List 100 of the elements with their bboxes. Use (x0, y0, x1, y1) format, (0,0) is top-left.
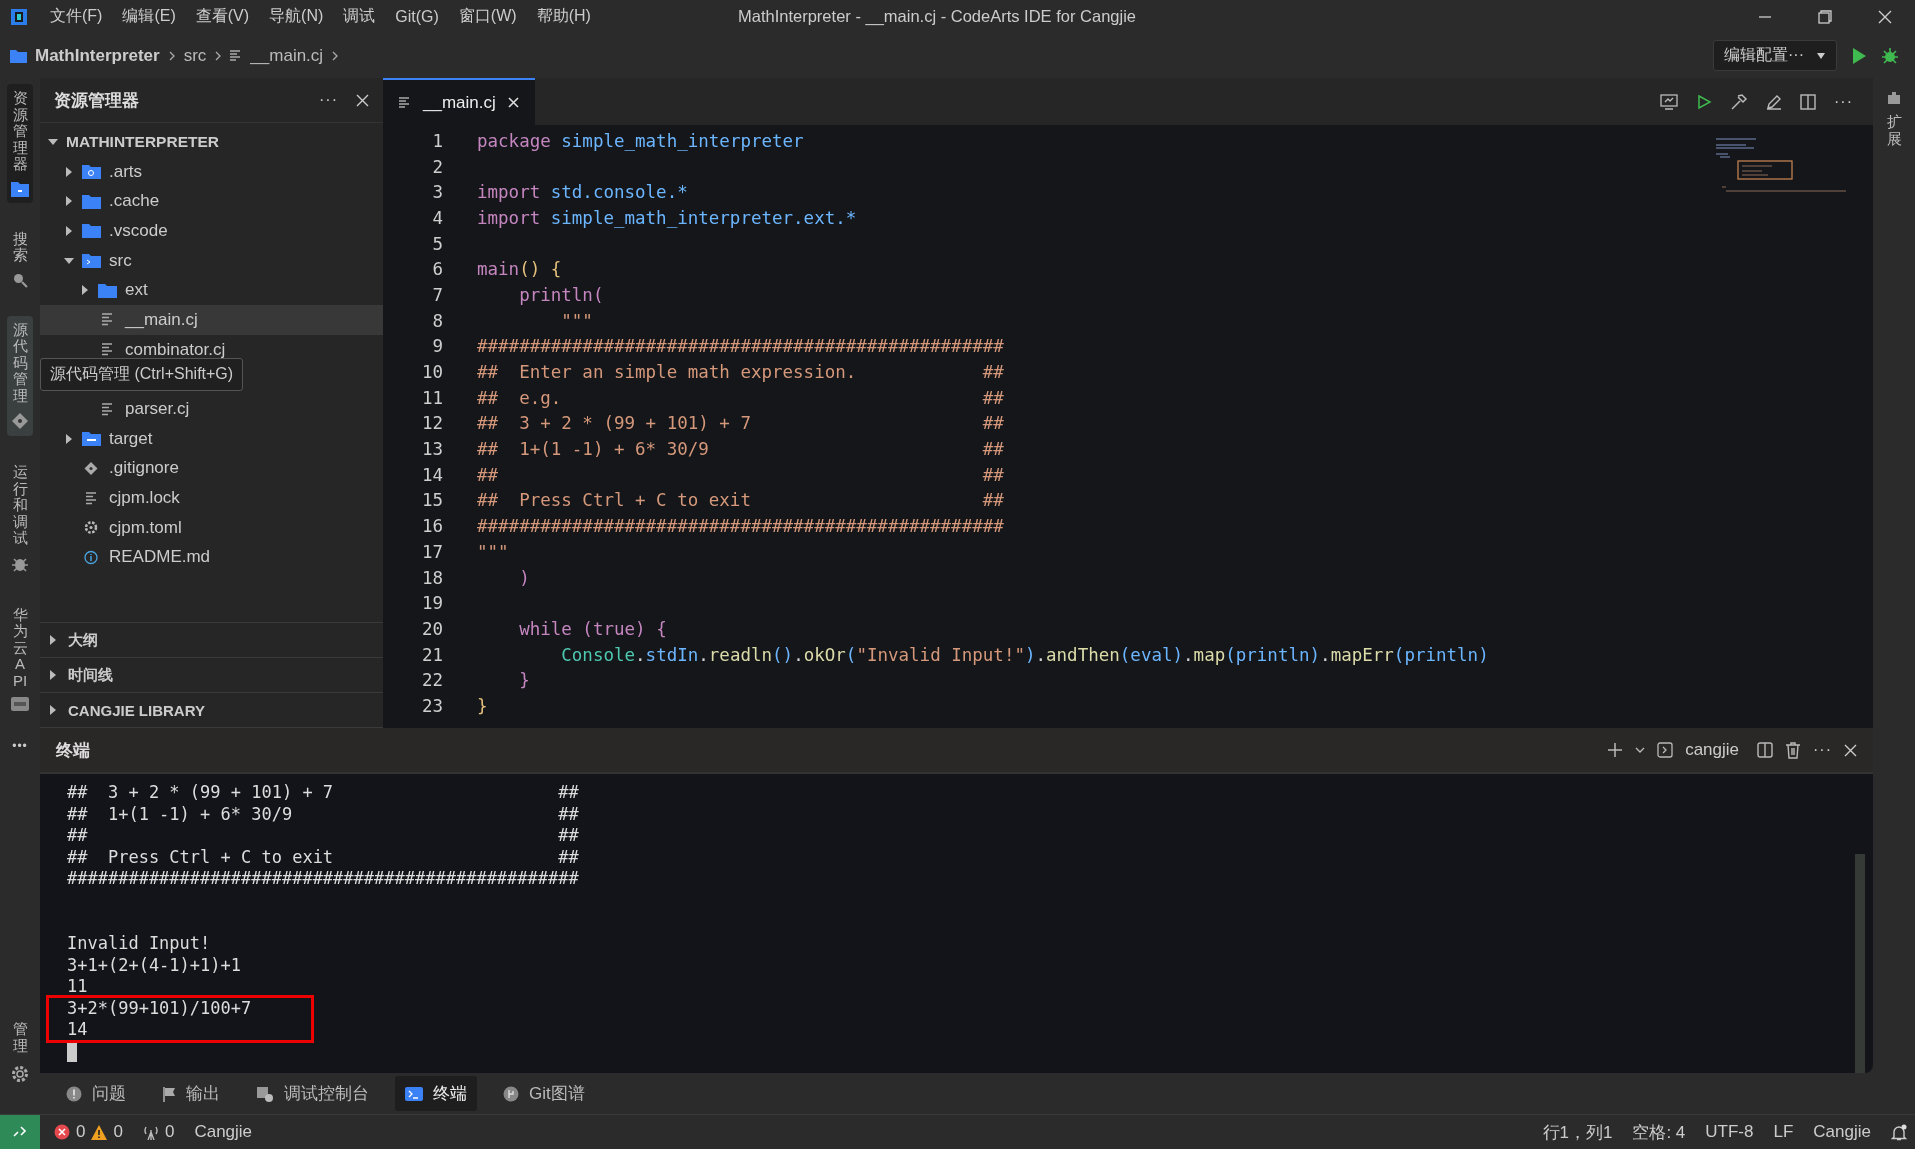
language-mode[interactable]: Cangjie (1813, 1122, 1871, 1142)
tree-item[interactable]: src (40, 245, 383, 276)
preview-icon[interactable] (1660, 93, 1678, 110)
language-label[interactable]: Cangjie (194, 1122, 253, 1142)
close-icon[interactable] (1877, 8, 1893, 25)
pencil-icon[interactable] (1766, 93, 1782, 110)
folder-icon (10, 48, 27, 63)
panel-tab[interactable]: 输出 (152, 1076, 230, 1111)
tree-item[interactable]: .vscode (40, 216, 383, 246)
folder-icon (82, 223, 101, 239)
menu-item[interactable]: Git(G) (395, 7, 439, 26)
chevron-right-icon (167, 50, 176, 61)
activity-bar-item[interactable]: 资源管理器 (7, 84, 33, 203)
panel-tab[interactable]: 问题 (56, 1076, 136, 1111)
window-title: MathInterpreter - __main.cj - CodeArts IDE for Cangjie (738, 7, 1136, 26)
line-number: 23 (420, 695, 444, 716)
tree-item[interactable]: cjpm.toml (40, 512, 383, 543)
plus-icon[interactable] (1607, 742, 1624, 758)
panel-tab[interactable]: Git图谱 (493, 1076, 595, 1111)
code-line: ## Enter an simple math expression. ## (477, 362, 1004, 383)
panel-tab[interactable]: 终端 (395, 1076, 477, 1111)
menu-item[interactable]: 窗口(W) (458, 6, 517, 27)
indentation-setting[interactable]: 空格: 4 (1632, 1120, 1686, 1144)
puzzle-icon[interactable] (1886, 90, 1902, 106)
close-icon[interactable] (507, 97, 519, 108)
activity-bar-item[interactable]: 运行和调试 (7, 458, 33, 579)
run-icon[interactable] (1851, 46, 1867, 65)
terminal-line: Invalid Input! (67, 932, 212, 955)
diamond-icon (82, 460, 101, 476)
error-icon (54, 1124, 70, 1140)
manage-label[interactable]: 管理 (12, 1021, 28, 1054)
sidebar-section[interactable]: 时间线 (40, 658, 383, 693)
twisty-icon (48, 705, 58, 715)
tree-item[interactable]: __main.cj (40, 305, 383, 335)
hammer-icon[interactable] (1730, 92, 1748, 111)
app-logo-icon (10, 7, 28, 26)
more-button[interactable]: ··· (1813, 741, 1832, 759)
tree-item[interactable]: ext (40, 275, 383, 306)
menu-item[interactable]: 调试 (343, 6, 376, 27)
run-icon[interactable] (1696, 93, 1712, 110)
tree-item[interactable]: .arts (40, 156, 383, 187)
scrollbar[interactable] (1855, 854, 1865, 1073)
breadcrumb-item[interactable]: __main.cj (250, 45, 324, 66)
activity-bar-item[interactable]: 源代码管理 (7, 315, 33, 436)
bug-icon[interactable] (1881, 46, 1899, 65)
restore-icon[interactable] (1817, 8, 1833, 25)
code-line: ## ## (477, 464, 1004, 485)
tree-item[interactable]: cjpm.lock (40, 483, 383, 513)
menu-item[interactable]: 导航(N) (269, 6, 324, 27)
folder-icon (11, 180, 29, 197)
error-count[interactable]: 0 (76, 1122, 86, 1142)
split-editor-icon[interactable] (1800, 93, 1816, 110)
extensions-label[interactable]: 扩展 (1886, 114, 1902, 147)
menu-item[interactable]: 文件(F) (50, 6, 103, 27)
close-icon[interactable] (1844, 743, 1857, 757)
menu-item[interactable]: 编辑(E) (122, 6, 176, 27)
folder-icon (98, 282, 117, 298)
trash-icon[interactable] (1785, 741, 1801, 759)
breadcrumb-item[interactable]: MathInterpreter (35, 45, 160, 66)
code-line: import std.console.* (477, 182, 688, 203)
settings-icon[interactable] (10, 1064, 30, 1084)
more-button[interactable]: ··· (1834, 92, 1853, 111)
split-terminal-icon[interactable] (1757, 742, 1773, 758)
twisty-icon (48, 136, 58, 147)
line-number: 21 (420, 644, 444, 665)
code-line: println( (518, 284, 604, 305)
tree-item[interactable]: .gitignore (40, 453, 383, 484)
terminal-name[interactable]: cangjie (1685, 740, 1739, 760)
breadcrumb-item[interactable]: src (183, 45, 207, 66)
tree-item[interactable]: MATHINTERPRETER (40, 127, 383, 157)
line-number: 20 (420, 618, 444, 639)
warning-count[interactable]: 0 (113, 1122, 123, 1142)
ports-count[interactable]: 0 (164, 1122, 175, 1142)
panel-tab[interactable]: 调试控制台 (246, 1076, 379, 1111)
more-views-button[interactable]: ••• (12, 739, 28, 753)
tree-item[interactable]: target (40, 423, 383, 454)
terminal-line: 3+2*(99+101)/100+7 (67, 997, 253, 1020)
terminal-line: ## Press Ctrl + C to exit ## (67, 846, 580, 869)
git-graph-icon (503, 1085, 519, 1102)
chevron-down-icon[interactable] (1635, 746, 1646, 754)
menu-item[interactable]: 帮助(H) (536, 6, 591, 27)
close-icon[interactable] (356, 93, 369, 107)
tree-item[interactable]: .cache (40, 186, 383, 217)
code-line: ## 1+(1 -1) + 6* 30/9 ## (477, 439, 1004, 460)
editor-tab[interactable]: __main.cj (383, 78, 535, 125)
line-number: 15 (420, 490, 444, 511)
bell-icon[interactable] (1891, 1123, 1907, 1141)
menu-item[interactable]: 查看(V) (195, 6, 250, 27)
tree-item[interactable]: README.md (40, 542, 383, 573)
terminal-line: ## 3 + 2 * (99 + 101) + 7 ## (67, 782, 580, 804)
encoding-setting[interactable]: UTF-8 (1705, 1122, 1754, 1142)
activity-bar-item[interactable]: 搜索 (8, 224, 32, 294)
sidebar-section[interactable]: 大纲 (40, 623, 383, 658)
line-number: 11 (420, 387, 444, 408)
activity-bar-item[interactable]: 华为云 API (7, 600, 33, 717)
line-ending-setting[interactable]: LF (1773, 1122, 1794, 1142)
tree-item[interactable]: parser.cj (40, 394, 383, 424)
config-dropdown[interactable]: 编辑配置··· (1713, 40, 1837, 71)
more-button[interactable]: ··· (319, 91, 338, 109)
cursor-position[interactable]: 行1，列1 (1542, 1120, 1613, 1144)
